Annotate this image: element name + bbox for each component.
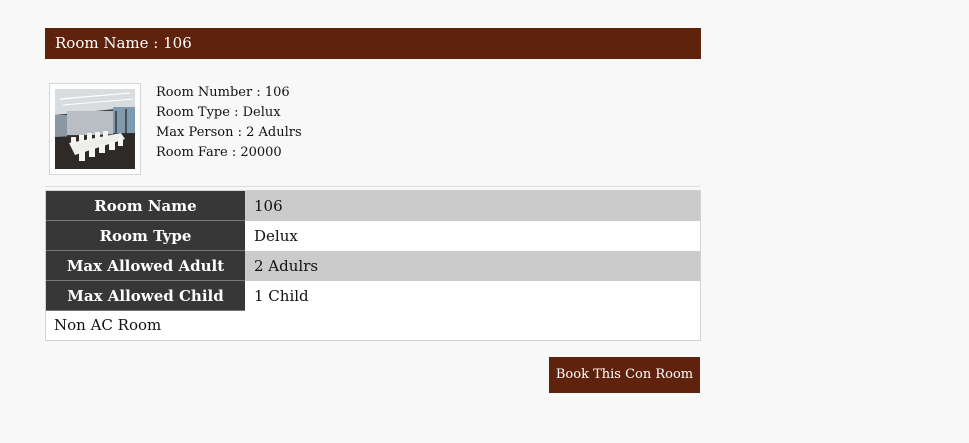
divider <box>45 186 700 187</box>
book-room-button[interactable]: Book This Con Room <box>549 357 700 393</box>
table-row: Max Allowed Child 1 Child <box>46 281 700 311</box>
conference-room-photo-icon <box>55 89 135 169</box>
room-ac-note: Non AC Room <box>46 311 700 340</box>
room-details-table: Room Name 106 Room Type Delux Max Allowe… <box>45 190 701 341</box>
room-summary: Room Number : 106 Room Type : Delux Max … <box>156 83 302 163</box>
room-fare-text: Room Fare : 20000 <box>156 145 282 160</box>
row-value: 1 Child <box>245 281 700 311</box>
room-title-bar: Room Name : 106 <box>45 28 701 59</box>
row-label: Max Allowed Adult <box>46 251 245 281</box>
table-row: Room Type Delux <box>46 221 700 251</box>
table-row: Max Allowed Adult 2 Adulrs <box>46 251 700 281</box>
room-type-text: Room Type : Delux <box>156 105 281 120</box>
row-label: Room Name <box>46 191 245 221</box>
row-value: 106 <box>245 191 700 221</box>
room-title: Room Name : 106 <box>55 34 192 52</box>
row-label: Room Type <box>46 221 245 251</box>
row-label: Max Allowed Child <box>46 281 245 311</box>
row-value: 2 Adulrs <box>245 251 700 281</box>
room-thumbnail[interactable] <box>49 83 141 175</box>
room-number-text: Room Number : 106 <box>156 85 290 100</box>
row-value: Delux <box>245 221 700 251</box>
max-person-text: Max Person : 2 Adulrs <box>156 125 302 140</box>
table-row: Room Name 106 <box>46 191 700 221</box>
